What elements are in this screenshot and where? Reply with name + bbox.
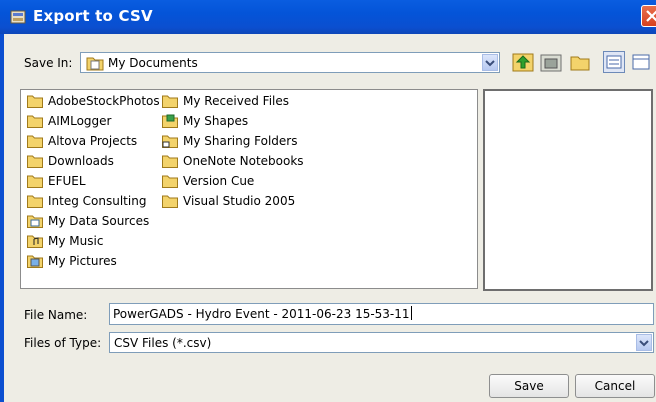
folder-icon	[27, 195, 43, 208]
list-item-label: Downloads	[48, 154, 114, 168]
list-item[interactable]: My Received Files	[162, 92, 289, 110]
list-item[interactable]: Downloads	[27, 152, 114, 170]
file-name-input[interactable]: PowerGADS - Hydro Event - 2011-06-23 15-…	[109, 303, 654, 325]
list-view-button[interactable]	[603, 51, 625, 73]
save-in-dropdown-button[interactable]	[482, 54, 498, 71]
list-item[interactable]: Integ Consulting	[27, 192, 146, 210]
list-item[interactable]: AdobeStockPhotos	[27, 92, 160, 110]
list-item-label: EFUEL	[48, 174, 86, 188]
chevron-down-icon	[485, 60, 495, 67]
folder-icon	[162, 155, 178, 168]
text-cursor	[410, 306, 412, 320]
shapes-folder-icon	[162, 114, 178, 128]
up-one-level-button[interactable]	[512, 51, 534, 73]
list-item-label: AdobeStockPhotos	[48, 94, 160, 108]
list-item[interactable]: Altova Projects	[27, 132, 137, 150]
up-arrow-icon	[512, 53, 534, 72]
list-item-label: Visual Studio 2005	[183, 194, 296, 208]
folder-icon	[162, 175, 178, 188]
list-item[interactable]: My Shapes	[162, 112, 248, 130]
home-folder-icon	[540, 54, 562, 72]
list-item-label: My Received Files	[183, 94, 290, 108]
list-item-label: My Music	[48, 234, 104, 248]
folder-icon	[162, 95, 178, 108]
list-item-label: OneNote Notebooks	[183, 154, 304, 168]
list-item-label: My Shapes	[183, 114, 249, 128]
file-type-dropdown-button[interactable]	[636, 334, 652, 351]
list-item-label: Integ Consulting	[48, 194, 147, 208]
list-item[interactable]: OneNote Notebooks	[162, 152, 304, 170]
list-item-label: Altova Projects	[48, 134, 138, 148]
details-view-button[interactable]	[630, 51, 652, 73]
folder-icon	[27, 135, 43, 148]
data-sources-folder-icon	[27, 215, 43, 228]
preview-pane	[483, 89, 653, 291]
file-name-value: PowerGADS - Hydro Event - 2011-06-23 15-…	[113, 307, 410, 321]
list-item[interactable]: Visual Studio 2005	[162, 192, 295, 210]
file-list[interactable]: AdobeStockPhotos AIMLogger Altova Projec…	[20, 89, 478, 289]
list-item[interactable]: My Music	[27, 232, 103, 250]
documents-folder-icon	[86, 57, 104, 71]
save-in-value: My Documents	[108, 56, 198, 70]
save-in-combo[interactable]: My Documents	[80, 52, 500, 73]
close-icon	[646, 10, 656, 22]
chevron-down-icon	[639, 340, 649, 347]
music-folder-icon	[27, 235, 43, 248]
home-button[interactable]	[540, 51, 562, 73]
list-item-label: My Pictures	[48, 254, 117, 268]
details-view-icon	[632, 54, 650, 70]
folder-icon	[27, 115, 43, 128]
new-folder-button[interactable]	[569, 51, 591, 73]
list-item-label: My Data Sources	[48, 214, 150, 228]
file-type-combo[interactable]: CSV Files (*.csv)	[109, 332, 654, 353]
list-item-label: AIMLogger	[48, 114, 112, 128]
folder-icon	[162, 195, 178, 208]
title-bar[interactable]: Export to CSV	[0, 0, 656, 34]
file-type-label: Files of Type:	[24, 336, 102, 350]
close-button[interactable]	[641, 5, 656, 27]
list-item[interactable]: My Sharing Folders	[162, 132, 298, 150]
folder-icon	[27, 95, 43, 108]
folder-icon	[27, 155, 43, 168]
file-name-label: File Name:	[24, 308, 88, 322]
app-icon	[10, 10, 26, 24]
cancel-button[interactable]: Cancel	[575, 374, 655, 398]
list-item[interactable]: AIMLogger	[27, 112, 111, 130]
list-view-icon	[606, 55, 622, 69]
list-item[interactable]: Version Cue	[162, 172, 254, 190]
sharing-folder-icon	[162, 135, 178, 148]
new-folder-icon	[570, 56, 590, 71]
list-item[interactable]: My Pictures	[27, 252, 117, 270]
list-item[interactable]: My Data Sources	[27, 212, 149, 230]
save-button[interactable]: Save	[489, 374, 569, 398]
list-item[interactable]: EFUEL	[27, 172, 86, 190]
file-type-value: CSV Files (*.csv)	[114, 336, 212, 350]
pictures-folder-icon	[27, 255, 43, 268]
list-item-label: My Sharing Folders	[183, 134, 298, 148]
list-item-label: Version Cue	[183, 174, 255, 188]
save-in-label: Save In:	[24, 56, 73, 70]
window-title: Export to CSV	[33, 7, 153, 25]
folder-icon	[27, 175, 43, 188]
